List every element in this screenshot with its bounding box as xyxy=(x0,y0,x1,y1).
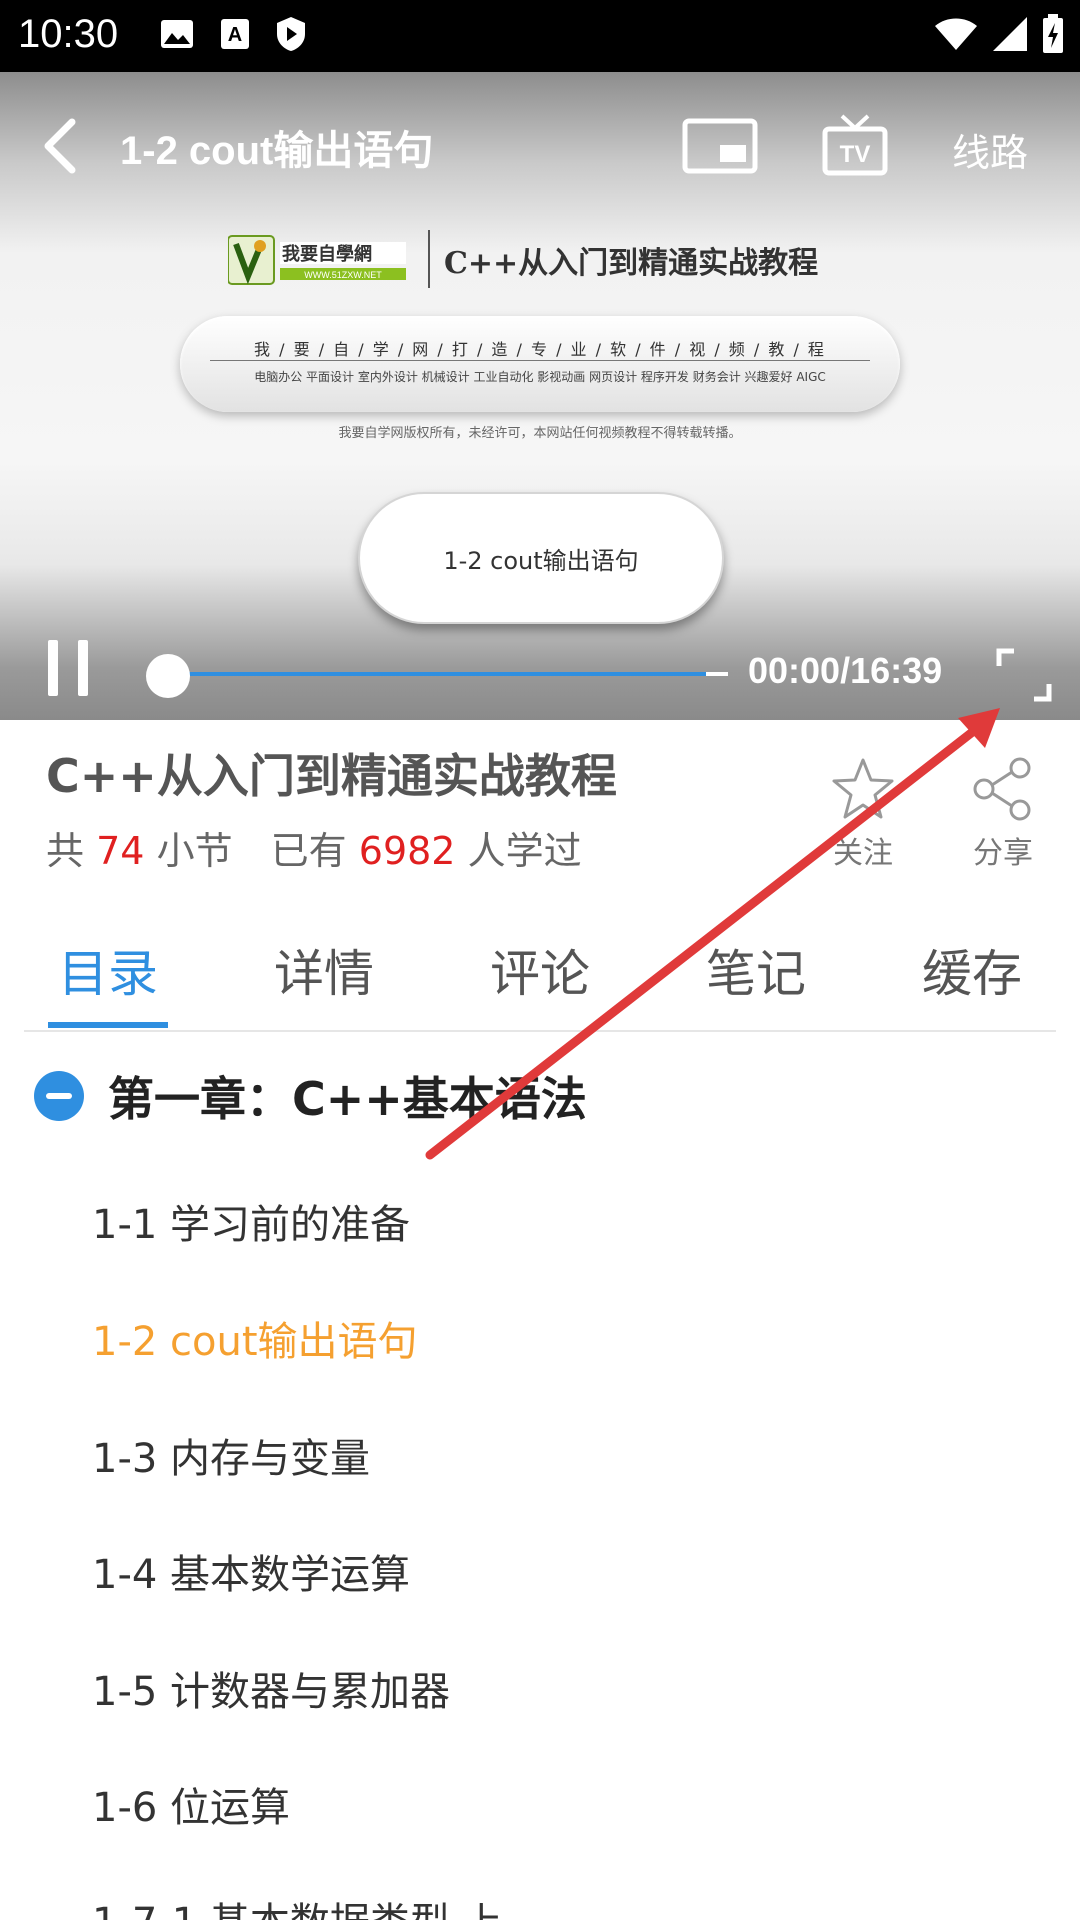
lesson-item[interactable]: 1-4 基本数学运算 xyxy=(92,1542,410,1600)
slide-banner-line xyxy=(210,360,870,361)
status-system-icons xyxy=(934,14,1064,54)
route-button[interactable]: 线路 xyxy=(952,122,1028,177)
slide-banner-categories: 电脑办公 平面设计 室内外设计 机械设计 工业自动化 影视动画 网页设计 程序开… xyxy=(254,370,826,384)
tab-active-indicator xyxy=(48,1022,168,1028)
follow-button[interactable]: 关注 xyxy=(830,756,896,872)
status-time: 10:30 xyxy=(18,12,119,56)
font-a-icon: A xyxy=(221,19,249,49)
slide-copyright: 我要自学网版权所有，未经许可，本网站任何视频教程不得转载转播。 xyxy=(338,426,742,441)
slide-divider xyxy=(428,230,430,288)
collapse-icon[interactable] xyxy=(34,1071,84,1121)
progress-remaining xyxy=(706,672,728,676)
signal-icon xyxy=(993,17,1027,51)
meta-prefix: 共 xyxy=(46,829,85,873)
picture-in-picture-icon[interactable] xyxy=(682,118,758,174)
image-icon xyxy=(161,20,193,48)
meta-suffix: 人学过 xyxy=(467,829,582,873)
share-icon xyxy=(973,757,1031,821)
pause-icon[interactable] xyxy=(48,640,92,696)
tab-cache[interactable]: 缓存 xyxy=(872,934,1072,1006)
star-icon xyxy=(832,758,894,819)
player-controls: 00:00/16:39 xyxy=(0,612,1080,720)
meta-mid: 小节 xyxy=(156,829,233,873)
tab-catalog[interactable]: 目录 xyxy=(8,934,208,1006)
tab-bar: 目录 详情 评论 笔记 缓存 xyxy=(24,900,1056,1032)
player-top-bar: 1-2 cout输出语句 TV 线路 xyxy=(0,72,1080,222)
battery-icon xyxy=(1043,14,1063,53)
course-title: C++从入门到精通实战教程 xyxy=(46,749,617,803)
follow-label: 关注 xyxy=(833,836,893,871)
chapter-title: 第一章：C++基本语法 xyxy=(108,1072,587,1126)
lesson-item[interactable]: 1-3 内存与变量 xyxy=(92,1426,370,1484)
site-logo: 我要自學網 WWW.51ZXW.NET xyxy=(228,235,406,285)
lesson-item[interactable]: 1-1 学习前的准备 xyxy=(92,1192,410,1250)
back-arrow-icon[interactable] xyxy=(34,114,94,178)
wifi-icon xyxy=(935,18,977,50)
learner-count: 6982 xyxy=(358,829,456,873)
chapter-header[interactable]: 第一章：C++基本语法 xyxy=(34,1066,587,1126)
svg-text:WWW.51ZXW.NET: WWW.51ZXW.NET xyxy=(304,270,382,280)
video-player[interactable]: 1-2 cout输出语句 TV 线路 我要自學網 WWW.51ZXW.NET C… xyxy=(0,72,1080,720)
share-label: 分享 xyxy=(973,836,1033,871)
slide-category-banner: 我 / 要 / 自 / 学 / 网 / 打 / 造 / 专 / 业 / 软 / … xyxy=(180,316,900,412)
shield-play-icon xyxy=(277,17,305,51)
meta-prefix2: 已有 xyxy=(270,829,347,873)
playback-time: 00:00/16:39 xyxy=(748,650,943,691)
course-meta: 共 74 小节 已有 6982 人学过 xyxy=(46,820,582,875)
fullscreen-icon[interactable] xyxy=(996,648,1052,702)
lesson-item[interactable]: 1-5 计数器与累加器 xyxy=(92,1659,450,1717)
tab-notes[interactable]: 笔记 xyxy=(656,934,856,1006)
slide-lesson-title: 1-2 cout输出语句 xyxy=(358,492,724,624)
status-bar: 10:30 A xyxy=(0,0,1080,72)
slide-banner-slogan: 我 / 要 / 自 / 学 / 网 / 打 / 造 / 专 / 业 / 软 / … xyxy=(254,340,826,359)
status-notification-icons: A xyxy=(160,16,306,52)
progress-thumb[interactable] xyxy=(146,654,190,698)
progress-bar[interactable] xyxy=(168,672,728,676)
video-title: 1-2 cout输出语句 xyxy=(120,129,434,173)
tab-comments[interactable]: 评论 xyxy=(440,934,640,1006)
svg-text:A: A xyxy=(228,24,242,46)
tab-details[interactable]: 详情 xyxy=(224,934,424,1006)
slide-course-title: C++从入门到精通实战教程 xyxy=(444,246,819,281)
tv-cast-icon[interactable]: TV xyxy=(822,112,888,178)
lesson-count: 74 xyxy=(96,829,145,873)
share-button[interactable]: 分享 xyxy=(970,756,1036,872)
svg-text:TV: TV xyxy=(840,141,871,168)
lesson-item[interactable]: 1-6 位运算 xyxy=(92,1775,290,1833)
svg-text:我要自學網: 我要自學網 xyxy=(282,243,372,265)
lesson-item[interactable]: 1-7-1 基本数据类型 上 xyxy=(92,1890,503,1920)
lesson-item-current[interactable]: 1-2 cout输出语句 xyxy=(92,1309,418,1367)
